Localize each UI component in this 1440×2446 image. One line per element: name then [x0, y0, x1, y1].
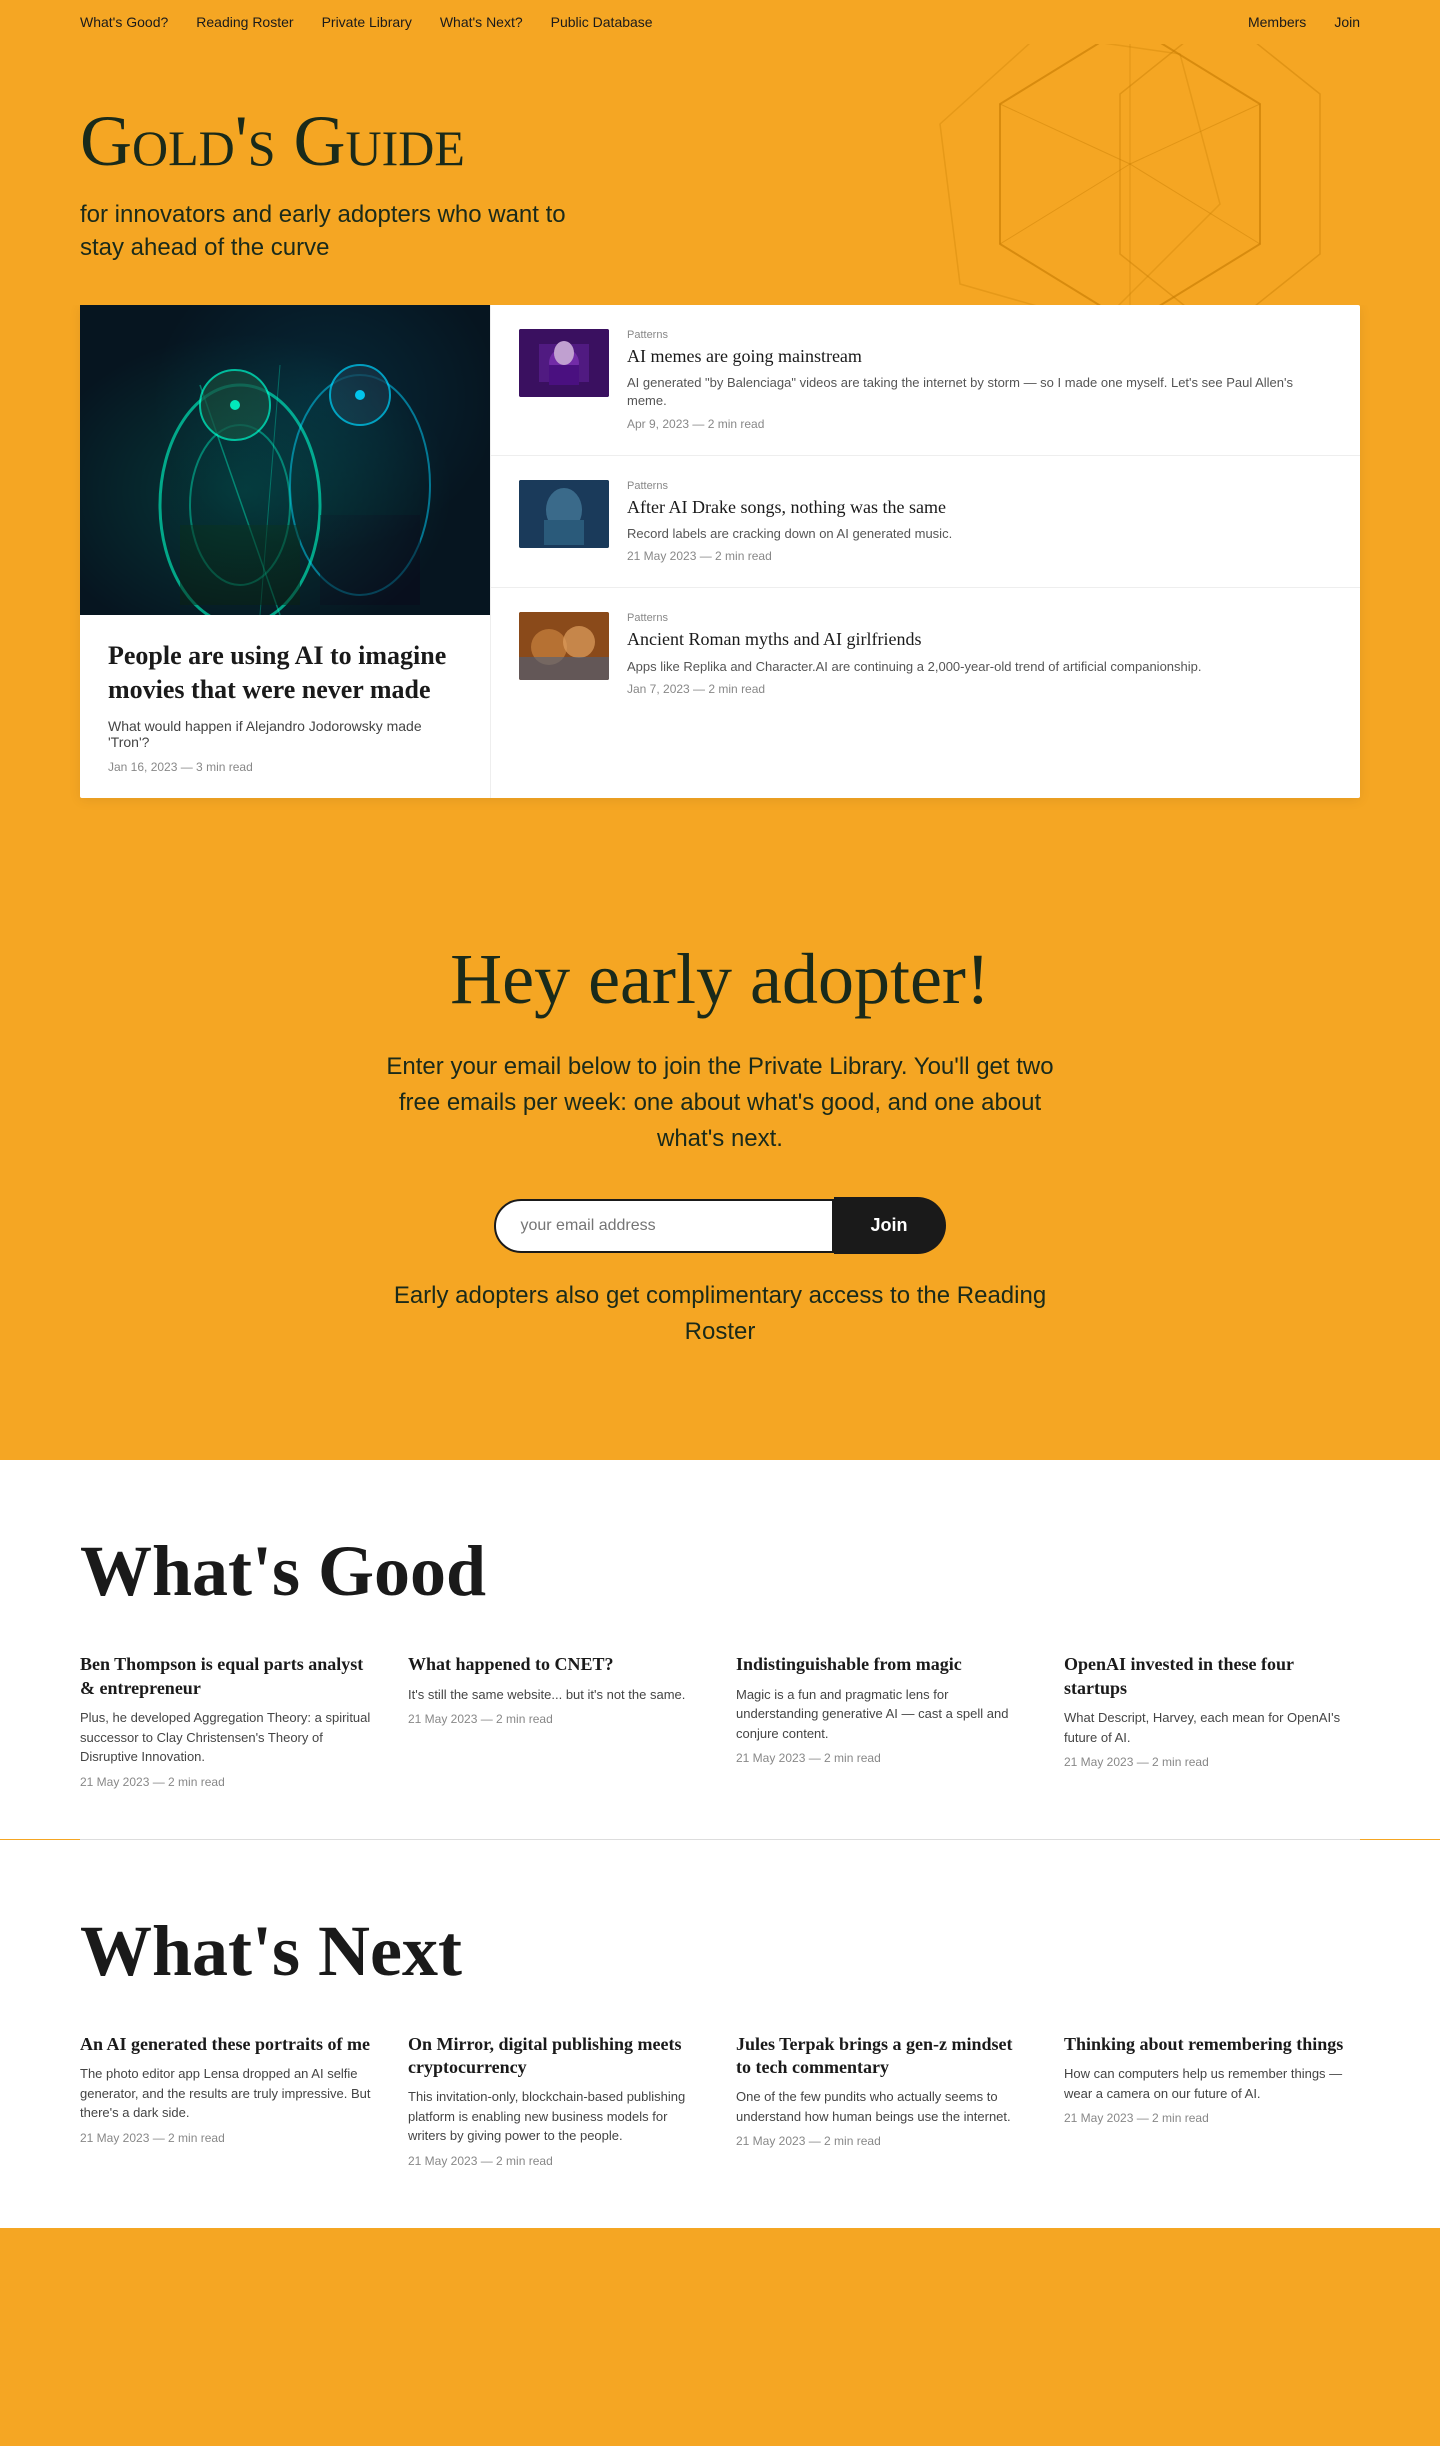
cta-section: Hey early adopter! Enter your email belo… — [0, 858, 1440, 1460]
whats-next-article[interactable]: Thinking about remembering things How ca… — [1064, 2033, 1360, 2168]
hero-subtitle: for innovators and early adopters who wa… — [80, 198, 600, 265]
featured-text: People are using AI to imagine movies th… — [80, 615, 490, 799]
email-input[interactable] — [494, 1199, 834, 1253]
article-title: Indistinguishable from magic — [736, 1653, 1032, 1676]
article-thumbnail — [519, 612, 609, 680]
article-title: Ben Thompson is equal parts analyst & en… — [80, 1653, 376, 1700]
article-meta: 21 May 2023 — 2 min read — [408, 1712, 704, 1726]
featured-image — [80, 305, 490, 615]
cta-heading: Hey early adopter! — [80, 938, 1360, 1021]
join-button[interactable]: Join — [834, 1197, 945, 1254]
whats-next-article[interactable]: On Mirror, digital publishing meets cryp… — [408, 2033, 704, 2168]
nav-reading-roster[interactable]: Reading Roster — [196, 14, 293, 30]
nav-whats-good[interactable]: What's Good? — [80, 14, 168, 30]
hero-section: Gold's Guide for innovators and early ad… — [0, 44, 1440, 305]
nav-join[interactable]: Join — [1334, 14, 1360, 30]
gem-icon — [900, 44, 1360, 305]
nav-private-library[interactable]: Private Library — [322, 14, 412, 30]
nav-whats-next[interactable]: What's Next? — [440, 14, 523, 30]
article-meta: Jan 7, 2023 — 2 min read — [627, 682, 1332, 696]
articles-section: People are using AI to imagine movies th… — [0, 305, 1440, 859]
article-title: What happened to CNET? — [408, 1653, 704, 1676]
article-meta: 21 May 2023 — 2 min read — [80, 1775, 376, 1789]
article-tag: Patterns — [627, 480, 1332, 492]
article-title: Thinking about remembering things — [1064, 2033, 1360, 2056]
article-meta: 21 May 2023 — 2 min read — [1064, 1755, 1360, 1769]
article-description: Plus, he developed Aggregation Theory: a… — [80, 1708, 376, 1767]
article-title: On Mirror, digital publishing meets cryp… — [408, 2033, 704, 2080]
whats-good-article[interactable]: OpenAI invested in these four startups W… — [1064, 1653, 1360, 1788]
article-content: Patterns Ancient Roman myths and AI girl… — [627, 612, 1332, 696]
featured-title: People are using AI to imagine movies th… — [108, 639, 462, 707]
featured-description: What would happen if Alejandro Jodorowsk… — [108, 718, 462, 750]
cta-footnote: Early adopters also get complimentary ac… — [370, 1278, 1070, 1350]
article-meta: Apr 9, 2023 — 2 min read — [627, 417, 1332, 431]
article-title: After AI Drake songs, nothing was the sa… — [627, 496, 1332, 519]
article-tag: Patterns — [627, 612, 1332, 624]
article-thumbnail — [519, 329, 609, 397]
nav-public-database[interactable]: Public Database — [551, 14, 653, 30]
article-description: Record labels are cracking down on AI ge… — [627, 525, 1332, 543]
article-description: It's still the same website... but it's … — [408, 1685, 704, 1705]
nav-right: Members Join — [1248, 14, 1360, 30]
article-content: Patterns After AI Drake songs, nothing w… — [627, 480, 1332, 564]
thumb-svg-2 — [519, 480, 609, 548]
article-title: OpenAI invested in these four startups — [1064, 1653, 1360, 1700]
whats-good-article[interactable]: Ben Thompson is equal parts analyst & en… — [80, 1653, 376, 1788]
article-tag: Patterns — [627, 329, 1332, 341]
article-meta: 21 May 2023 — 2 min read — [736, 1751, 1032, 1765]
article-meta: 21 May 2023 — 2 min read — [736, 2134, 1032, 2148]
whats-good-article[interactable]: What happened to CNET? It's still the sa… — [408, 1653, 704, 1788]
whats-next-article[interactable]: An AI generated these portraits of me Th… — [80, 2033, 376, 2168]
article-description: Magic is a fun and pragmatic lens for un… — [736, 1685, 1032, 1744]
article-title: Jules Terpak brings a gen-z mindset to t… — [736, 2033, 1032, 2080]
whats-next-article[interactable]: Jules Terpak brings a gen-z mindset to t… — [736, 2033, 1032, 2168]
thumb-svg-1 — [519, 329, 609, 397]
article-description: The photo editor app Lensa dropped an AI… — [80, 2064, 376, 2123]
article-meta: 21 May 2023 — 2 min read — [1064, 2111, 1360, 2125]
featured-article[interactable]: People are using AI to imagine movies th… — [80, 305, 490, 799]
whats-next-heading: What's Next — [80, 1910, 1360, 1993]
article-description: Apps like Replika and Character.AI are c… — [627, 658, 1332, 676]
article-item[interactable]: Patterns Ancient Roman myths and AI girl… — [491, 588, 1360, 720]
cta-body: Enter your email below to join the Priva… — [370, 1049, 1070, 1157]
articles-card: People are using AI to imagine movies th… — [80, 305, 1360, 799]
article-description: This invitation-only, blockchain-based p… — [408, 2087, 704, 2146]
featured-meta: Jan 16, 2023 — 3 min read — [108, 760, 462, 774]
whats-good-section: What's Good Ben Thompson is equal parts … — [0, 1460, 1440, 1838]
whats-good-article[interactable]: Indistinguishable from magic Magic is a … — [736, 1653, 1032, 1788]
whats-good-grid: Ben Thompson is equal parts analyst & en… — [80, 1653, 1360, 1788]
whats-good-heading: What's Good — [80, 1530, 1360, 1613]
article-meta: 21 May 2023 — 2 min read — [408, 2154, 704, 2168]
article-title: AI memes are going mainstream — [627, 345, 1332, 368]
article-meta: 21 May 2023 — 2 min read — [627, 549, 1332, 563]
main-nav: What's Good? Reading Roster Private Libr… — [0, 0, 1440, 44]
article-meta: 21 May 2023 — 2 min read — [80, 2131, 376, 2145]
whats-next-grid: An AI generated these portraits of me Th… — [80, 2033, 1360, 2168]
nav-members[interactable]: Members — [1248, 14, 1306, 30]
whats-next-section: What's Next An AI generated these portra… — [0, 1840, 1440, 2228]
article-content: Patterns AI memes are going mainstream A… — [627, 329, 1332, 431]
article-item[interactable]: Patterns AI memes are going mainstream A… — [491, 305, 1360, 456]
nav-left: What's Good? Reading Roster Private Libr… — [80, 14, 653, 30]
article-item[interactable]: Patterns After AI Drake songs, nothing w… — [491, 456, 1360, 589]
article-title: An AI generated these portraits of me — [80, 2033, 376, 2056]
article-thumbnail — [519, 480, 609, 548]
article-description: One of the few pundits who actually seem… — [736, 2087, 1032, 2126]
hero-decoration — [880, 44, 1380, 305]
articles-list: Patterns AI memes are going mainstream A… — [490, 305, 1360, 799]
article-description: How can computers help us remember thing… — [1064, 2064, 1360, 2103]
article-title: Ancient Roman myths and AI girlfriends — [627, 628, 1332, 651]
article-description: What Descript, Harvey, each mean for Ope… — [1064, 1708, 1360, 1747]
article-description: AI generated "by Balenciaga" videos are … — [627, 374, 1332, 410]
thumb-svg-3 — [519, 612, 609, 680]
featured-image-svg — [80, 305, 490, 615]
email-form: Join — [80, 1197, 1360, 1254]
